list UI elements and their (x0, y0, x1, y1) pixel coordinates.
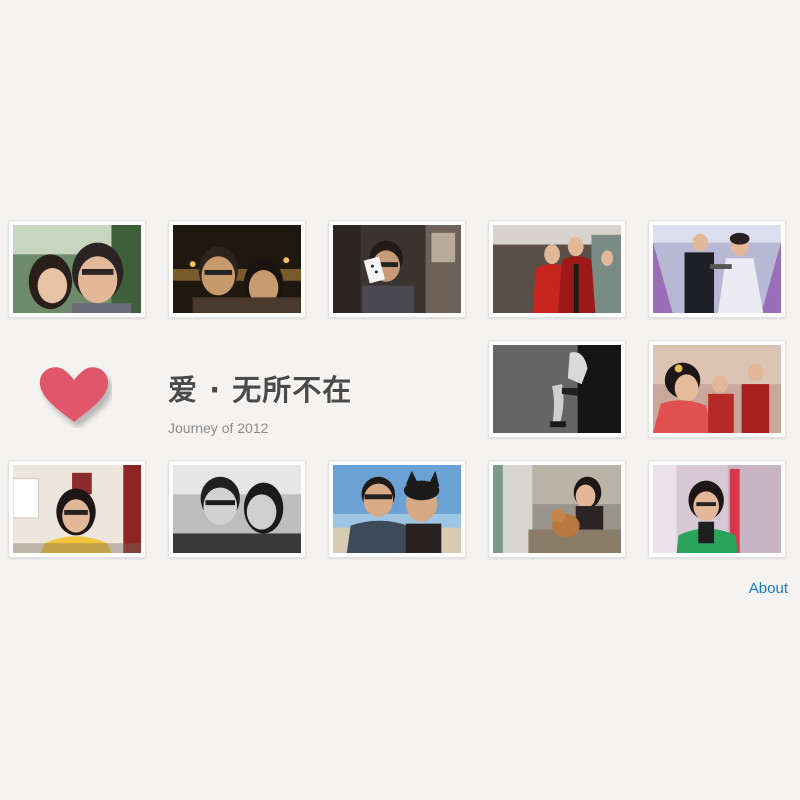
page-title: 爱 · 无所不在 (168, 373, 353, 407)
photo-woman-with-puppy (493, 465, 621, 553)
about-link[interactable]: About (749, 580, 788, 597)
page-subtitle: Journey of 2012 (168, 420, 269, 436)
photo-tile-8[interactable] (8, 460, 146, 558)
photo-tile-9[interactable] (168, 460, 306, 558)
photo-tile-11[interactable] (488, 460, 626, 558)
photo-couple-selfie-outdoor (13, 225, 141, 313)
photo-tile-4[interactable] (488, 220, 626, 318)
photo-tile-12[interactable] (648, 460, 786, 558)
title-block: 爱 · 无所不在 Journey of 2012 (168, 372, 352, 436)
photo-tile-7[interactable] (648, 340, 786, 438)
photo-couple-beach (333, 465, 461, 553)
photo-woman-green-sweater (653, 465, 781, 553)
photo-tile-10[interactable] (328, 460, 466, 558)
photo-tile-2[interactable] (168, 220, 306, 318)
photo-bride-dressing (653, 345, 781, 433)
heart-icon (36, 362, 112, 428)
photo-tile-3[interactable] (328, 220, 466, 318)
photo-wedding-ceremony (653, 225, 781, 313)
photo-tile-5[interactable] (648, 220, 786, 318)
photo-bw-legs (493, 345, 621, 433)
photo-tile-6[interactable] (488, 340, 626, 438)
photo-couple-red-outfits (493, 225, 621, 313)
photo-man-with-card (333, 225, 461, 313)
photo-tile-1[interactable] (8, 220, 146, 318)
photo-woman-yellow-shirt (13, 465, 141, 553)
photo-couple-night (173, 225, 301, 313)
photo-couple-bw (173, 465, 301, 553)
